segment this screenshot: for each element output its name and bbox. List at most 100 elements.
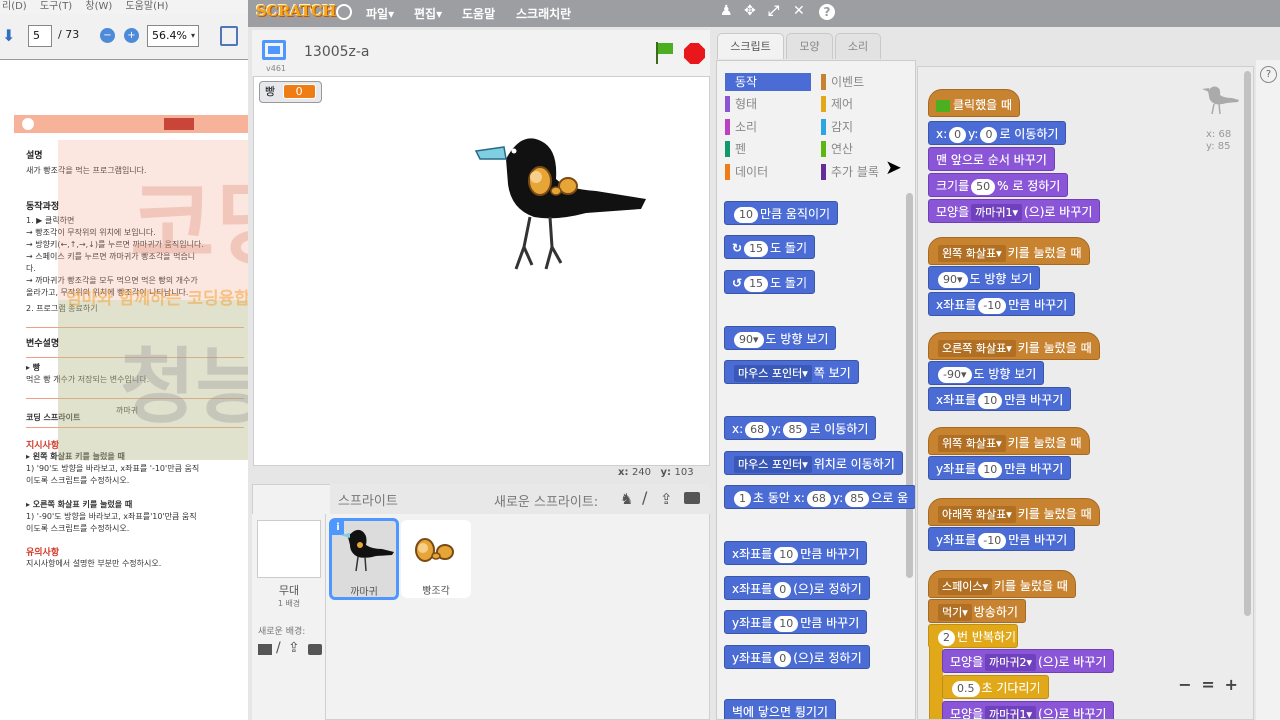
category-sound[interactable]: 소리 xyxy=(725,118,811,136)
variable-name: 빵 xyxy=(265,85,276,98)
save-icon[interactable] xyxy=(220,26,238,46)
block-switch-costume[interactable]: 모양을 까마귀1▾ (으)로 바꾸기 xyxy=(928,199,1101,223)
category-motion[interactable]: 동작 xyxy=(725,73,811,91)
repeat-arm xyxy=(929,647,943,719)
paint-icon[interactable]: / xyxy=(276,640,281,656)
block-go-to-front[interactable]: 맨 앞으로 순서 바꾸기 xyxy=(928,147,1055,171)
tab-sounds[interactable]: 소리 xyxy=(835,33,881,59)
block-change-y[interactable]: y좌표를 10 만큼 바꾸기 xyxy=(928,456,1072,480)
block-turn-left[interactable]: ↺ 15 도 돌기 xyxy=(724,270,815,294)
block-point-direction[interactable]: -90▾ 도 방향 보기 xyxy=(928,361,1045,385)
fullscreen-icon[interactable] xyxy=(262,40,286,60)
tab-costumes[interactable]: 모양 xyxy=(786,33,833,59)
pdf-menubar: 리(D) 도구(T) 창(W) 도움말(H) xyxy=(0,0,248,14)
chevron-down-icon[interactable]: ▾ xyxy=(191,31,195,40)
shrink-icon[interactable]: ✕ xyxy=(793,3,805,19)
stage-thumbnail[interactable] xyxy=(257,520,321,578)
tab-scripts[interactable]: 스크립트 xyxy=(717,33,784,59)
menu-item[interactable]: 도구(T) xyxy=(40,1,72,12)
sprite-library-icon[interactable]: ♞ xyxy=(620,490,633,508)
block-broadcast[interactable]: 먹기▾ 방송하기 xyxy=(928,599,1026,623)
block-switch-costume[interactable]: 모양을 까마귀1▾ (으)로 바꾸기 xyxy=(942,701,1115,719)
upload-icon[interactable]: ⇪ xyxy=(288,640,300,656)
block-point-direction[interactable]: 90▾ 도 방향 보기 xyxy=(928,266,1041,290)
category-pen[interactable]: 펜 xyxy=(725,140,811,158)
block-change-x[interactable]: x좌표를 10 만큼 바꾸기 xyxy=(724,541,868,565)
note-text: 지시사항에서 설명한 부분만 수정하시오. xyxy=(26,559,162,568)
block-turn-right[interactable]: ↻ 15 도 돌기 xyxy=(724,235,815,259)
palette-scrollbar[interactable] xyxy=(906,193,913,578)
menu-about[interactable]: 스크래치란 xyxy=(516,5,571,22)
block-when-key-space[interactable]: 스페이스▾ 키를 눌렀을 때 xyxy=(928,570,1076,598)
menu-item[interactable]: 창(W) xyxy=(85,1,112,12)
section-title: 유의사항 xyxy=(26,548,60,558)
category-sensing[interactable]: 감지 xyxy=(821,118,907,136)
block-move[interactable]: 10 만큼 움직이기 xyxy=(724,201,839,225)
mouse-coordinates: x: 240 y: 103 xyxy=(618,467,694,478)
zoom-reset-icon[interactable]: = xyxy=(1199,675,1217,694)
block-change-y[interactable]: y좌표를 -10 만큼 바꾸기 xyxy=(928,527,1076,551)
block-when-flag-clicked[interactable]: 클릭했을 때 xyxy=(928,89,1021,117)
block-change-y[interactable]: y좌표를 10 만큼 바꾸기 xyxy=(724,610,868,634)
block-goto-xy[interactable]: x: 68 y: 85 로 이동하기 xyxy=(724,416,877,440)
grow-icon[interactable]: ⤢ xyxy=(768,3,779,19)
category-data[interactable]: 데이터 xyxy=(725,163,811,181)
block-wait[interactable]: 0.5 초 기다리기 xyxy=(942,675,1049,699)
scratch-logo[interactable]: SCRATCH xyxy=(256,2,336,20)
block-set-y[interactable]: y좌표를 0 (으)로 정하기 xyxy=(724,645,870,669)
menu-edit[interactable]: 편집▾ xyxy=(414,5,442,22)
paint-icon[interactable]: / xyxy=(642,488,647,507)
block-goto-xy[interactable]: x: 0 y: 0 로 이동하기 xyxy=(928,121,1067,145)
stamp-icon[interactable]: ♟ xyxy=(720,3,733,19)
block-change-x[interactable]: x좌표를 10 만큼 바꾸기 xyxy=(928,387,1072,411)
block-set-size[interactable]: 크기를 50% 로 정하기 xyxy=(928,173,1069,197)
zoom-out-icon[interactable]: − xyxy=(100,28,115,43)
block-repeat[interactable]: 2번 반복하기 xyxy=(928,624,1018,648)
block-point-direction[interactable]: 90▾ 도 방향 보기 xyxy=(724,326,837,350)
block-when-key-up[interactable]: 위쪽 화살표▾ 키를 눌렀을 때 xyxy=(928,427,1090,455)
upload-icon[interactable]: ⇪ xyxy=(660,490,673,508)
green-flag-icon[interactable] xyxy=(654,42,674,64)
sprite-thumb-bread[interactable]: 빵조각 xyxy=(401,520,471,598)
zoom-out-icon[interactable]: − xyxy=(1176,675,1194,694)
scripts-scrollbar[interactable] xyxy=(1244,71,1251,616)
camera-icon[interactable] xyxy=(684,492,700,504)
menu-item[interactable]: 리(D) xyxy=(2,1,27,12)
camera-icon[interactable] xyxy=(308,644,322,655)
zoom-in-icon[interactable]: + xyxy=(1222,675,1240,694)
menu-file[interactable]: 파일▾ xyxy=(366,5,394,22)
menu-item[interactable]: 도움말(H) xyxy=(125,1,168,12)
help-icon[interactable]: ? xyxy=(819,4,835,20)
stage[interactable]: 빵 0 xyxy=(253,76,710,466)
mouse-y-label: y: xyxy=(660,467,672,478)
help-icon[interactable]: ? xyxy=(1260,66,1277,83)
scripts-area[interactable]: x: 68 y: 85 클릭했을 때 x: 0 y: 0 로 이동하기 맨 앞으로 순서… xyxy=(917,66,1254,720)
zoom-in-icon[interactable]: + xyxy=(124,28,139,43)
block-switch-costume[interactable]: 모양을 까마귀2▾ (으)로 바꾸기 xyxy=(942,649,1115,673)
block-change-x[interactable]: x좌표를 -10 만큼 바꾸기 xyxy=(928,292,1076,316)
block-glide[interactable]: 1초 동안 x: 68 y: 85 으로 움 xyxy=(724,485,915,509)
category-looks[interactable]: 형태 xyxy=(725,95,811,113)
block-when-key-down[interactable]: 아래쪽 화살표▾ 키를 눌렀을 때 xyxy=(928,498,1100,526)
block-goto[interactable]: 마우스 포인터▾ 위치로 이동하기 xyxy=(724,451,903,475)
category-control[interactable]: 제어 xyxy=(821,95,907,113)
project-title[interactable]: 13005z-a xyxy=(304,44,370,60)
block-set-x[interactable]: x좌표를 0 (으)로 정하기 xyxy=(724,576,870,600)
block-when-key-right[interactable]: 오른쪽 화살표▾ 키를 눌렀을 때 xyxy=(928,332,1100,360)
backdrop-library-icon[interactable] xyxy=(258,644,272,655)
sprite-thumb-crow[interactable]: i 까마귀 xyxy=(329,518,399,600)
stage-header: v461 13005z-a xyxy=(252,30,710,76)
block-when-key-left[interactable]: 왼쪽 화살표▾ 키를 눌렀을 때 xyxy=(928,237,1090,265)
category-events[interactable]: 이벤트 xyxy=(821,73,907,91)
crow-sprite[interactable] xyxy=(466,129,656,274)
stop-icon[interactable] xyxy=(684,43,705,64)
block-point-towards[interactable]: 마우스 포인터▾ 쪽 보기 xyxy=(724,360,859,384)
arrow-down-icon[interactable]: ⬇ xyxy=(2,28,18,44)
block-bounce[interactable]: 벽에 닿으면 튕기기 xyxy=(724,699,836,719)
page-number-input[interactable]: 5 xyxy=(28,25,52,47)
cut-icon[interactable]: ✥ xyxy=(744,3,756,19)
menu-help[interactable]: 도움말 xyxy=(462,5,495,22)
globe-icon[interactable] xyxy=(336,4,352,20)
variable-monitor[interactable]: 빵 0 xyxy=(259,81,322,103)
variable-value: 0 xyxy=(282,84,316,99)
